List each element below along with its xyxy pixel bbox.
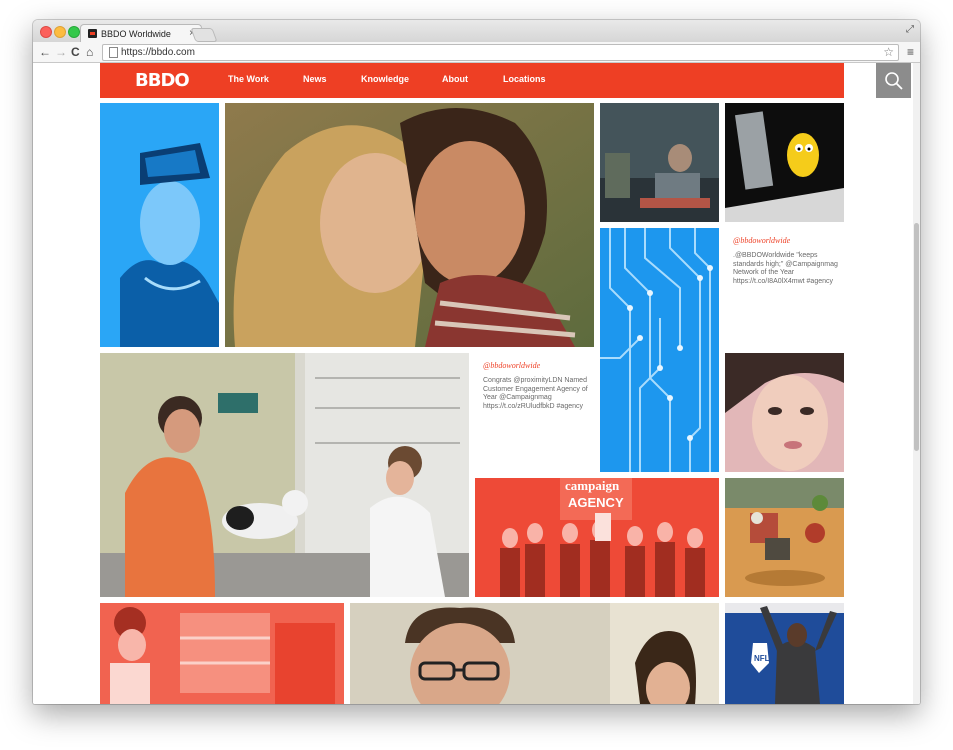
media-tile-couch[interactable]: [600, 103, 719, 222]
media-tile-vr[interactable]: [100, 103, 219, 347]
close-window-button[interactable]: [40, 26, 52, 38]
vr-headset-image: [100, 103, 219, 347]
couple-kiss-image: [225, 103, 594, 347]
kids-room-image: [100, 603, 344, 704]
fullscreen-icon[interactable]: ⤢: [906, 24, 914, 35]
media-tile-woman[interactable]: [725, 353, 844, 472]
media-tile-claymation[interactable]: [725, 478, 844, 597]
search-icon: [885, 72, 903, 90]
scrollbar-thumb[interactable]: [914, 223, 919, 451]
forward-button[interactable]: →: [55, 44, 67, 60]
new-tab-button[interactable]: [190, 28, 218, 42]
media-tile-kids-room[interactable]: [100, 603, 344, 704]
nfl-logo-text: NFL: [754, 654, 770, 663]
reload-button[interactable]: C: [71, 44, 80, 60]
tweet-text: .@BBDOWorldwide "keeps standards high;" …: [733, 252, 838, 285]
browser-toolbar: ← → C ⌂ https://bbdo.com ☆ ≡: [33, 42, 920, 63]
search-button[interactable]: [876, 63, 911, 98]
tweet-card[interactable]: @bbdoworldwide Congrats @proximityLDN Na…: [475, 353, 594, 472]
tweet-handle[interactable]: @bbdoworldwide: [483, 361, 540, 370]
campaign-cover-title: campaign: [565, 478, 620, 493]
nfl-fan-image: NFL: [725, 603, 844, 704]
nav-about[interactable]: About: [442, 74, 468, 84]
site-header: BBDO The Work News Knowledge About Locat…: [100, 63, 911, 98]
media-tile-nfl[interactable]: NFL: [725, 603, 844, 704]
media-tile-circuit[interactable]: [600, 228, 719, 472]
tweet-text: Congrats @proximityLDN Named Customer En…: [483, 377, 588, 410]
page-viewport: BBDO The Work News Knowledge About Locat…: [33, 63, 920, 704]
minimize-window-button[interactable]: [54, 26, 66, 38]
media-tile-glasses[interactable]: [350, 603, 719, 704]
media-tile-campaign[interactable]: campaign AGENCY: [475, 478, 719, 597]
bbdo-logo[interactable]: BBDO: [135, 70, 190, 91]
couch-scene-image: [600, 103, 719, 222]
media-tile-kiss[interactable]: [225, 103, 594, 347]
zoom-window-button[interactable]: [68, 26, 80, 38]
veterinary-scene-image: [100, 353, 469, 597]
media-tile-vet[interactable]: [100, 353, 469, 597]
nav-the-work[interactable]: The Work: [228, 74, 269, 84]
address-bar[interactable]: https://bbdo.com ☆: [102, 44, 899, 61]
animated-character-image: [725, 103, 844, 222]
tweet-card[interactable]: @bbdoworldwide .@BBDOWorldwide "keeps st…: [725, 228, 844, 347]
page-scrollbar[interactable]: [913, 63, 920, 704]
tweet-handle[interactable]: @bbdoworldwide: [733, 236, 790, 245]
back-button[interactable]: ←: [39, 44, 51, 60]
nav-news[interactable]: News: [303, 74, 327, 84]
campaign-cover-subtitle: AGENCY: [568, 495, 624, 510]
campaign-award-image: campaign AGENCY: [475, 478, 719, 597]
home-button[interactable]: ⌂: [86, 44, 93, 60]
url-text: https://bbdo.com: [121, 47, 195, 58]
browser-window: BBDO Worldwide × ⤢ ← → C ⌂ https://bbdo.…: [33, 20, 920, 704]
title-bar: BBDO Worldwide × ⤢: [33, 20, 920, 43]
favicon-icon: [88, 29, 97, 38]
tab-title: BBDO Worldwide: [101, 29, 171, 39]
media-tile-animation[interactable]: [725, 103, 844, 222]
browser-tab[interactable]: BBDO Worldwide ×: [80, 24, 202, 43]
circuit-board-image: [600, 228, 719, 472]
menu-icon[interactable]: ≡: [907, 45, 914, 59]
bookmark-star-icon[interactable]: ☆: [883, 45, 894, 60]
nav-locations[interactable]: Locations: [503, 74, 546, 84]
claymation-image: [725, 478, 844, 597]
page-icon: [109, 47, 118, 58]
nav-knowledge[interactable]: Knowledge: [361, 74, 409, 84]
woman-portrait-image: [725, 353, 844, 472]
man-glasses-image: [350, 603, 719, 704]
